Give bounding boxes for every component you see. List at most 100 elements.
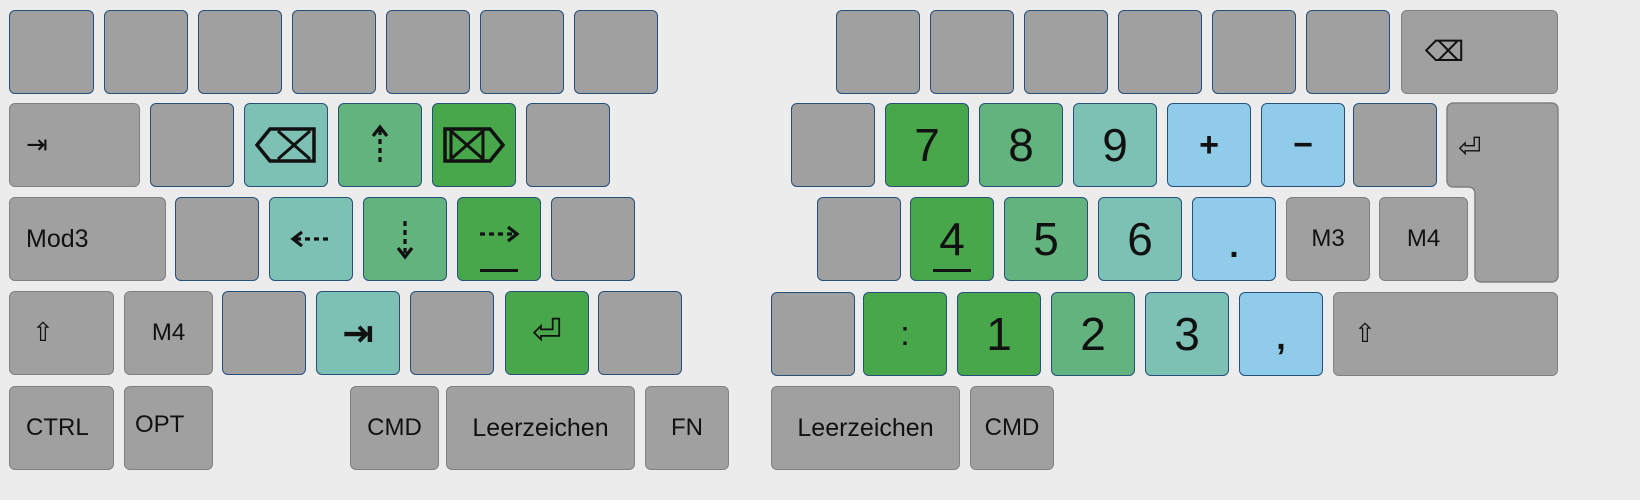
delete-nav-key[interactable] [432, 103, 516, 187]
key-left-r1-4[interactable] [292, 10, 376, 94]
digit-1: 1 [986, 308, 1012, 360]
key-left-r2-7[interactable] [526, 103, 610, 187]
dot-key[interactable]: . [1192, 197, 1276, 281]
digit-5: 5 [1033, 213, 1059, 265]
m4-right-key[interactable]: M4 [1379, 197, 1468, 281]
cmd-left-key[interactable]: CMD [350, 386, 439, 470]
key-right-r4-1[interactable] [771, 292, 855, 376]
key-left-r3-7[interactable] [551, 197, 635, 281]
key-left-r2-2[interactable] [150, 103, 234, 187]
key-right-r1-1[interactable] [836, 10, 920, 94]
key-right-r1-6[interactable] [1306, 10, 1390, 94]
enter-icon: ⏎ [531, 312, 563, 353]
numpad-3-key[interactable]: 3 [1145, 292, 1229, 376]
key-left-r1-1[interactable] [9, 10, 94, 94]
numpad-4-key[interactable]: 4 [910, 197, 994, 281]
m4-left-key[interactable]: M4 [124, 291, 213, 375]
key-right-r3-1[interactable] [817, 197, 901, 281]
home-row-marker [480, 269, 518, 272]
cmd-label: CMD [367, 414, 422, 441]
colon-key[interactable]: : [863, 292, 947, 376]
ctrl-key[interactable]: CTRL [9, 386, 114, 470]
enter-icon: ⏎ [1458, 132, 1482, 163]
numpad-6-key[interactable]: 6 [1098, 197, 1182, 281]
m4-label: M4 [151, 319, 186, 346]
fn-label: FN [671, 414, 703, 441]
tab-icon: ⇥ [26, 130, 48, 160]
key-left-r1-7[interactable] [574, 10, 658, 94]
comma-symbol: , [1276, 319, 1286, 357]
m3-label: M3 [1311, 225, 1345, 252]
opt-label: OPT [135, 411, 185, 438]
mod3-key[interactable]: Mod3 [9, 197, 166, 281]
key-right-r1-5[interactable] [1212, 10, 1296, 94]
numpad-7-key[interactable]: 7 [885, 103, 969, 187]
digit-7: 7 [914, 119, 940, 171]
mod3-label: Mod3 [26, 224, 89, 253]
minus-key[interactable]: − [1261, 103, 1345, 187]
colon-symbol: : [900, 315, 910, 353]
dotted-arrow-right-icon [480, 225, 520, 243]
arrow-left-key[interactable] [269, 197, 353, 281]
key-right-r2-1[interactable] [791, 103, 875, 187]
cmd-right-key[interactable]: CMD [970, 386, 1054, 470]
plus-symbol: + [1199, 126, 1219, 164]
backspace-icon: ⌫ [1424, 35, 1465, 68]
dotted-arrow-down-icon [396, 221, 414, 260]
minus-symbol: − [1293, 126, 1313, 164]
space-label: Leerzeichen [797, 413, 934, 442]
key-left-r3-2[interactable] [175, 197, 259, 281]
enter-nav-key[interactable]: ⏎ [505, 291, 589, 375]
fn-key[interactable]: FN [645, 386, 729, 470]
key-left-r4-3[interactable] [222, 291, 306, 375]
key-right-r1-4[interactable] [1118, 10, 1202, 94]
arrow-up-key[interactable] [338, 103, 422, 187]
digit-3: 3 [1174, 308, 1200, 360]
space-right-key[interactable]: Leerzeichen [771, 386, 960, 470]
numpad-9-key[interactable]: 9 [1073, 103, 1157, 187]
digit-6: 6 [1127, 213, 1153, 265]
backspace-nav-key[interactable] [244, 103, 328, 187]
backspace-key[interactable]: ⌫ [1401, 10, 1558, 94]
key-left-r1-2[interactable] [104, 10, 188, 94]
digit-2: 2 [1080, 308, 1106, 360]
key-left-r1-5[interactable] [386, 10, 470, 94]
space-left-key[interactable]: Leerzeichen [446, 386, 635, 470]
ctrl-label: CTRL [26, 414, 89, 441]
cmd-label: CMD [984, 414, 1040, 441]
digit-8: 8 [1008, 119, 1034, 171]
home-row-marker [933, 269, 971, 272]
key-left-r1-3[interactable] [198, 10, 282, 94]
key-right-r1-3[interactable] [1024, 10, 1108, 94]
delete-icon [443, 127, 506, 163]
m4-label: M4 [1406, 225, 1441, 252]
numpad-2-key[interactable]: 2 [1051, 292, 1135, 376]
key-right-r1-2[interactable] [930, 10, 1014, 94]
space-label: Leerzeichen [472, 413, 609, 442]
numpad-5-key[interactable]: 5 [1004, 197, 1088, 281]
tab-nav-key[interactable]: ⇥ [316, 291, 400, 375]
arrow-down-key[interactable] [363, 197, 447, 281]
shift-left-key[interactable]: ⇧ [9, 291, 114, 375]
key-right-r2-7[interactable] [1353, 103, 1437, 187]
numpad-1-key[interactable]: 1 [957, 292, 1041, 376]
plus-key[interactable]: + [1167, 103, 1251, 187]
m3-key[interactable]: M3 [1286, 197, 1370, 281]
keyboard-layout: ⇥ Mod3 ⇧ M4 ⇥ ⏎ CTRL OPT CMD Leerzeichen… [0, 0, 1640, 500]
dot-symbol: . [1229, 227, 1239, 265]
shift-right-key[interactable]: ⇧ [1333, 292, 1558, 376]
key-left-r4-7[interactable] [598, 291, 682, 375]
opt-key[interactable]: OPT [124, 386, 213, 470]
backspace-icon [254, 127, 316, 163]
numpad-8-key[interactable]: 8 [979, 103, 1063, 187]
key-left-r4-5[interactable] [410, 291, 494, 375]
comma-key[interactable]: , [1239, 292, 1323, 376]
dotted-arrow-up-icon [371, 124, 389, 162]
digit-9: 9 [1102, 119, 1128, 171]
tab-key[interactable]: ⇥ [9, 103, 140, 187]
shift-icon: ⇧ [1354, 319, 1376, 349]
arrow-right-key[interactable] [457, 197, 541, 281]
key-left-r1-6[interactable] [480, 10, 564, 94]
dotted-arrow-left-icon [290, 230, 330, 248]
tab-icon: ⇥ [342, 311, 374, 355]
